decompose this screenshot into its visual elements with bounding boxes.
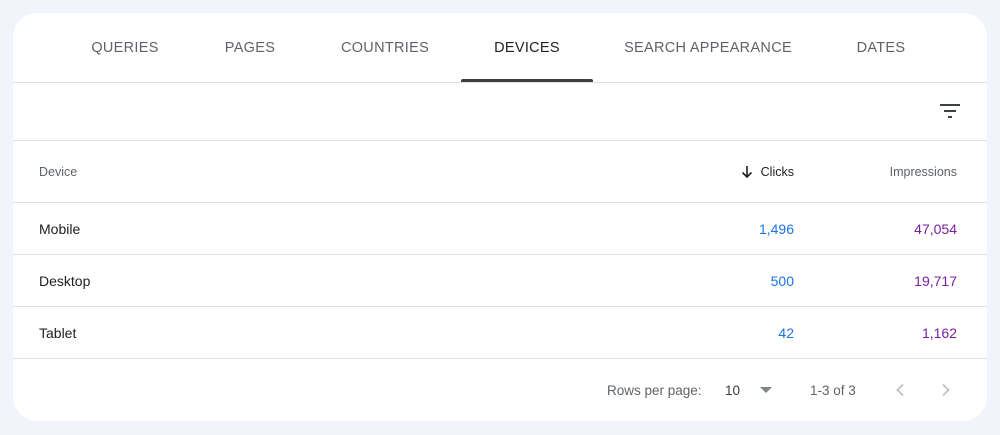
chevron-left-icon (896, 383, 904, 397)
chevron-right-icon (942, 383, 950, 397)
tab-devices[interactable]: DEVICES (461, 13, 593, 83)
filter-icon (940, 104, 960, 118)
impressions-cell: 47,054 (914, 220, 957, 237)
column-header-device-label: Device (39, 164, 78, 179)
device-cell: Desktop (39, 272, 91, 289)
clicks-cell: 1,496 (758, 220, 794, 237)
clicks-cell: 500 (770, 272, 794, 289)
performance-table-card: QUERIES PAGES COUNTRIES DEVICES SEARCH A… (13, 13, 987, 421)
dropdown-arrow-icon (760, 386, 773, 393)
table-row[interactable]: Desktop 500 19,717 (13, 255, 987, 307)
column-header-impressions-label: Impressions (889, 164, 957, 179)
previous-page-button[interactable] (895, 359, 905, 421)
column-header-impressions[interactable]: Impressions (890, 141, 957, 202)
rows-per-page-value: 10 (725, 382, 741, 398)
filter-button[interactable] (935, 96, 965, 126)
tab-pages[interactable]: PAGES (193, 13, 307, 83)
table-header: Device Clicks Impressions (13, 141, 987, 203)
tab-search-appearance[interactable]: SEARCH APPEARANCE (608, 13, 808, 83)
table-row[interactable]: Tablet 42 1,162 (13, 307, 987, 359)
impressions-cell: 1,162 (921, 324, 957, 341)
pagination-bar: Rows per page: 10 1-3 of 3 (13, 359, 987, 421)
tab-countries[interactable]: COUNTRIES (315, 13, 455, 83)
filter-bar (13, 83, 987, 141)
device-cell: Mobile (39, 220, 81, 237)
next-page-button[interactable] (941, 359, 951, 421)
table-row[interactable]: Mobile 1,496 47,054 (13, 203, 987, 255)
active-tab-indicator (461, 79, 593, 82)
device-cell: Tablet (39, 324, 77, 341)
rows-per-page-select[interactable]: 10 (725, 359, 773, 421)
column-header-clicks[interactable]: Clicks (741, 141, 794, 202)
pagination-range: 1-3 of 3 (810, 382, 856, 398)
rows-per-page-label: Rows per page: (607, 382, 702, 398)
column-header-clicks-label: Clicks (760, 164, 794, 179)
column-header-device[interactable]: Device (39, 141, 77, 202)
tab-queries[interactable]: QUERIES (65, 13, 185, 83)
clicks-cell: 42 (778, 324, 794, 341)
impressions-cell: 19,717 (914, 272, 957, 289)
tab-dates[interactable]: DATES (833, 13, 929, 83)
arrow-down-icon (741, 165, 753, 179)
dimension-tabs: QUERIES PAGES COUNTRIES DEVICES SEARCH A… (13, 13, 987, 83)
